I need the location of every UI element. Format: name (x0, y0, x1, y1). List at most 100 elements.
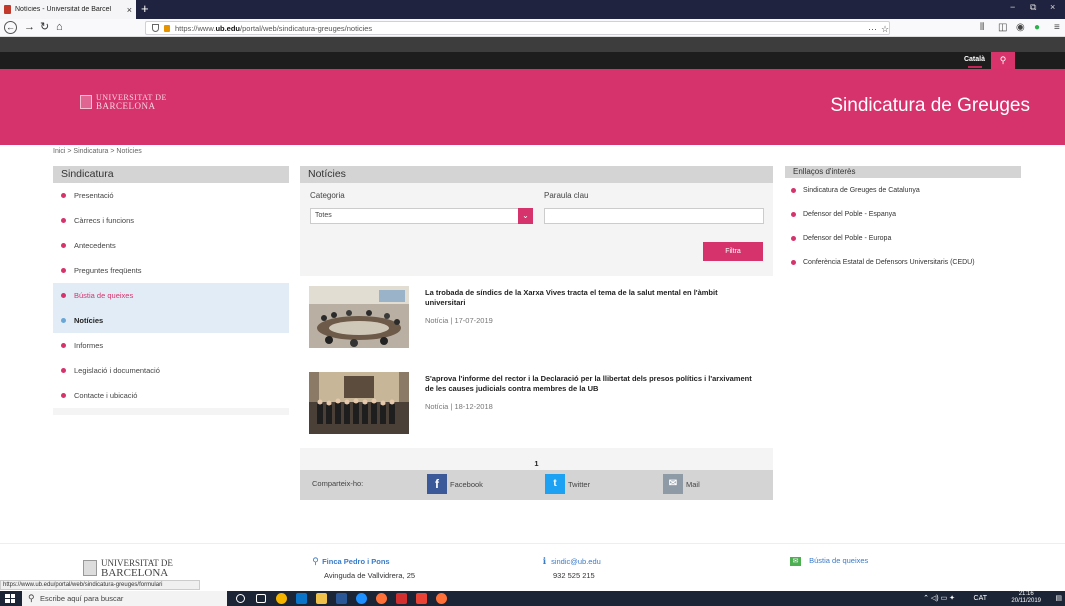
maximize-button[interactable]: ⧉ (1030, 2, 1036, 13)
sidebar-item-contacte[interactable]: Contacte i ubicació (53, 383, 289, 408)
news-item-title[interactable]: La trobada de síndics de la Xarxa Vives … (425, 288, 757, 308)
task-view-icon[interactable] (256, 594, 266, 603)
taskbar-search[interactable]: ⚲ Escribe aquí para buscar (22, 591, 227, 606)
breadcrumb[interactable]: Inici > Sindicatura > Notícies (53, 148, 142, 155)
section-title[interactable]: Sindicatura de Greuges (830, 95, 1030, 117)
site-search-icon[interactable]: ⚲ (991, 52, 1015, 69)
edge-icon[interactable] (356, 593, 367, 604)
sidebar-item-carrecs[interactable]: Càrrecs i funcions (53, 208, 289, 233)
firefox-icon[interactable] (376, 593, 387, 604)
link-cedu[interactable]: Conferència Estatal de Defensors Univers… (785, 250, 1021, 274)
pagination-page[interactable]: 1 (300, 459, 773, 468)
sidebar-item-label: Preguntes freqüents (74, 266, 142, 275)
sidebar-item-legislacio[interactable]: Legislació i documentació (53, 358, 289, 383)
window-close-button[interactable]: × (1050, 2, 1055, 12)
facebook-icon: f (427, 474, 447, 494)
phone-number: 932 525 215 (553, 571, 595, 580)
home-icon[interactable]: ⌂ (56, 21, 63, 34)
windows-start-icon[interactable] (5, 594, 15, 603)
reload-icon[interactable]: ↻ (40, 21, 49, 34)
sidebar-item-bustia[interactable]: Bústia de queixes (53, 283, 289, 308)
mail-icon: ✉ (790, 557, 801, 566)
search-icon: ⚲ (28, 593, 35, 603)
new-tab-button[interactable]: + (141, 1, 149, 16)
footer-complaints: ✉ Bústia de queixes (790, 554, 868, 568)
sidebar-item-label: Legislació i documentació (74, 366, 160, 375)
account-icon[interactable]: ◉ (1016, 22, 1025, 33)
bullet-icon (61, 218, 66, 223)
tab-close-icon[interactable]: × (127, 5, 132, 15)
bookmark-star-icon[interactable]: ☆ (881, 22, 889, 36)
news-panel: Notícies Categoria Totes ⌄ Paraula clau … (300, 166, 773, 470)
news-item[interactable]: S'aprova l'informe del rector i la Decla… (300, 362, 773, 448)
browser-tab[interactable]: Notícies - Universitat de Barcel × (0, 0, 136, 19)
taskbar-clock[interactable]: 21:16 20/11/2019 (1011, 591, 1041, 605)
word-icon[interactable] (336, 593, 347, 604)
sidebar-item-presentacio[interactable]: Presentació (53, 183, 289, 208)
filter-button[interactable]: Filtra (703, 242, 763, 261)
link-defensor-espanya[interactable]: Defensor del Poble - Espanya (785, 202, 1021, 226)
bullet-icon (61, 318, 66, 323)
keyword-input[interactable] (544, 208, 764, 224)
place-name[interactable]: Finca Pedro i Pons (322, 557, 390, 566)
back-icon[interactable]: ← (4, 21, 17, 34)
location-pin-icon: ⚲ (312, 556, 319, 566)
links-title: Enllaços d'interès (785, 166, 1021, 178)
minimize-button[interactable]: − (1010, 2, 1015, 12)
email-link[interactable]: sindic@ub.edu (551, 557, 601, 566)
forward-icon[interactable]: → (24, 21, 35, 34)
share-bar: Comparteix-ho: f Facebook t Twitter ✉ Ma… (300, 470, 773, 500)
sidebar-item-noticies[interactable]: Notícies (53, 308, 289, 333)
file-explorer-icon[interactable] (316, 593, 327, 604)
outlook-icon[interactable] (296, 593, 307, 604)
mail-share-button[interactable]: ✉ Mail (663, 474, 700, 494)
firefox-active-icon[interactable] (436, 593, 447, 604)
news-item-meta: Notícia | 17-07-2019 (425, 316, 493, 325)
library-icon[interactable]: ⫴ (980, 22, 984, 33)
chrome-icon[interactable] (276, 593, 287, 604)
top-strip-divider (0, 37, 1065, 52)
link-sindicatura-catalunya[interactable]: Sindicatura de Greuges de Catalunya (785, 178, 1021, 202)
page-actions-icon[interactable]: ··· (868, 22, 877, 36)
news-item-meta: Notícia | 18-12-2018 (425, 402, 493, 411)
cortana-icon[interactable] (236, 594, 245, 603)
tray-icons[interactable]: ⌃ ◁) ▭ ✦ (923, 592, 955, 605)
sidebar-item-informes[interactable]: Informes (53, 333, 289, 358)
sidebar-title: Sindicatura (53, 166, 289, 183)
twitter-label: Twitter (568, 479, 591, 489)
notifications-icon[interactable]: ▤ (1055, 592, 1062, 605)
sidebar-icon[interactable]: ◫ (998, 22, 1007, 33)
news-thumbnail-group[interactable] (309, 367, 409, 434)
lock-icon (164, 24, 170, 32)
browser-toolbar: ← → ↻ ⌂ https://www. ub.edu/portal/web/si… (0, 19, 1065, 37)
ub-logo[interactable]: UNIVERSITAT DE BARCELONA (80, 93, 167, 111)
footer-logo-line2: BARCELONA (101, 567, 169, 579)
link-defensor-europa[interactable]: Defensor del Poble - Europa (785, 226, 1021, 250)
bullet-icon (61, 393, 66, 398)
language-selector[interactable]: Català (964, 54, 985, 66)
category-label: Categoria (310, 191, 345, 200)
tray-language[interactable]: CAT (974, 592, 987, 605)
chevron-down-icon[interactable]: ⌄ (518, 208, 533, 224)
links-panel: Enllaços d'interès Sindicatura de Greuge… (785, 166, 1021, 274)
link-label: Sindicatura de Greuges de Catalunya (803, 186, 920, 194)
news-item-title[interactable]: S'aprova l'informe del rector i la Decla… (425, 374, 757, 394)
category-select[interactable]: Totes ⌄ (310, 208, 533, 224)
sidebar-item-preguntes[interactable]: Preguntes freqüents (53, 258, 289, 283)
bullet-icon (791, 235, 796, 241)
menu-icon[interactable]: ≡ (1054, 22, 1060, 33)
news-body: Categoria Totes ⌄ Paraula clau Filtra La… (300, 183, 773, 470)
gmail-icon[interactable] (416, 593, 427, 604)
complaints-link[interactable]: Bústia de queixes (809, 556, 868, 565)
mail-label: Mail (686, 479, 700, 489)
sidebar-item-antecedents[interactable]: Antecedents (53, 233, 289, 258)
extension-icon[interactable]: ● (1034, 22, 1040, 33)
url-prefix: https://www. (175, 23, 216, 33)
news-thumbnail-meeting[interactable] (309, 286, 409, 348)
news-item[interactable]: La trobada de síndics de la Xarxa Vives … (300, 276, 773, 362)
facebook-share-button[interactable]: f Facebook (427, 474, 483, 494)
footer-logo[interactable]: UNIVERSITAT DE BARCELONA (83, 558, 173, 579)
address-bar[interactable]: https://www. ub.edu/portal/web/sindicatur… (145, 21, 890, 35)
twitter-share-button[interactable]: t Twitter (545, 474, 590, 494)
acrobat-icon[interactable] (396, 593, 407, 604)
